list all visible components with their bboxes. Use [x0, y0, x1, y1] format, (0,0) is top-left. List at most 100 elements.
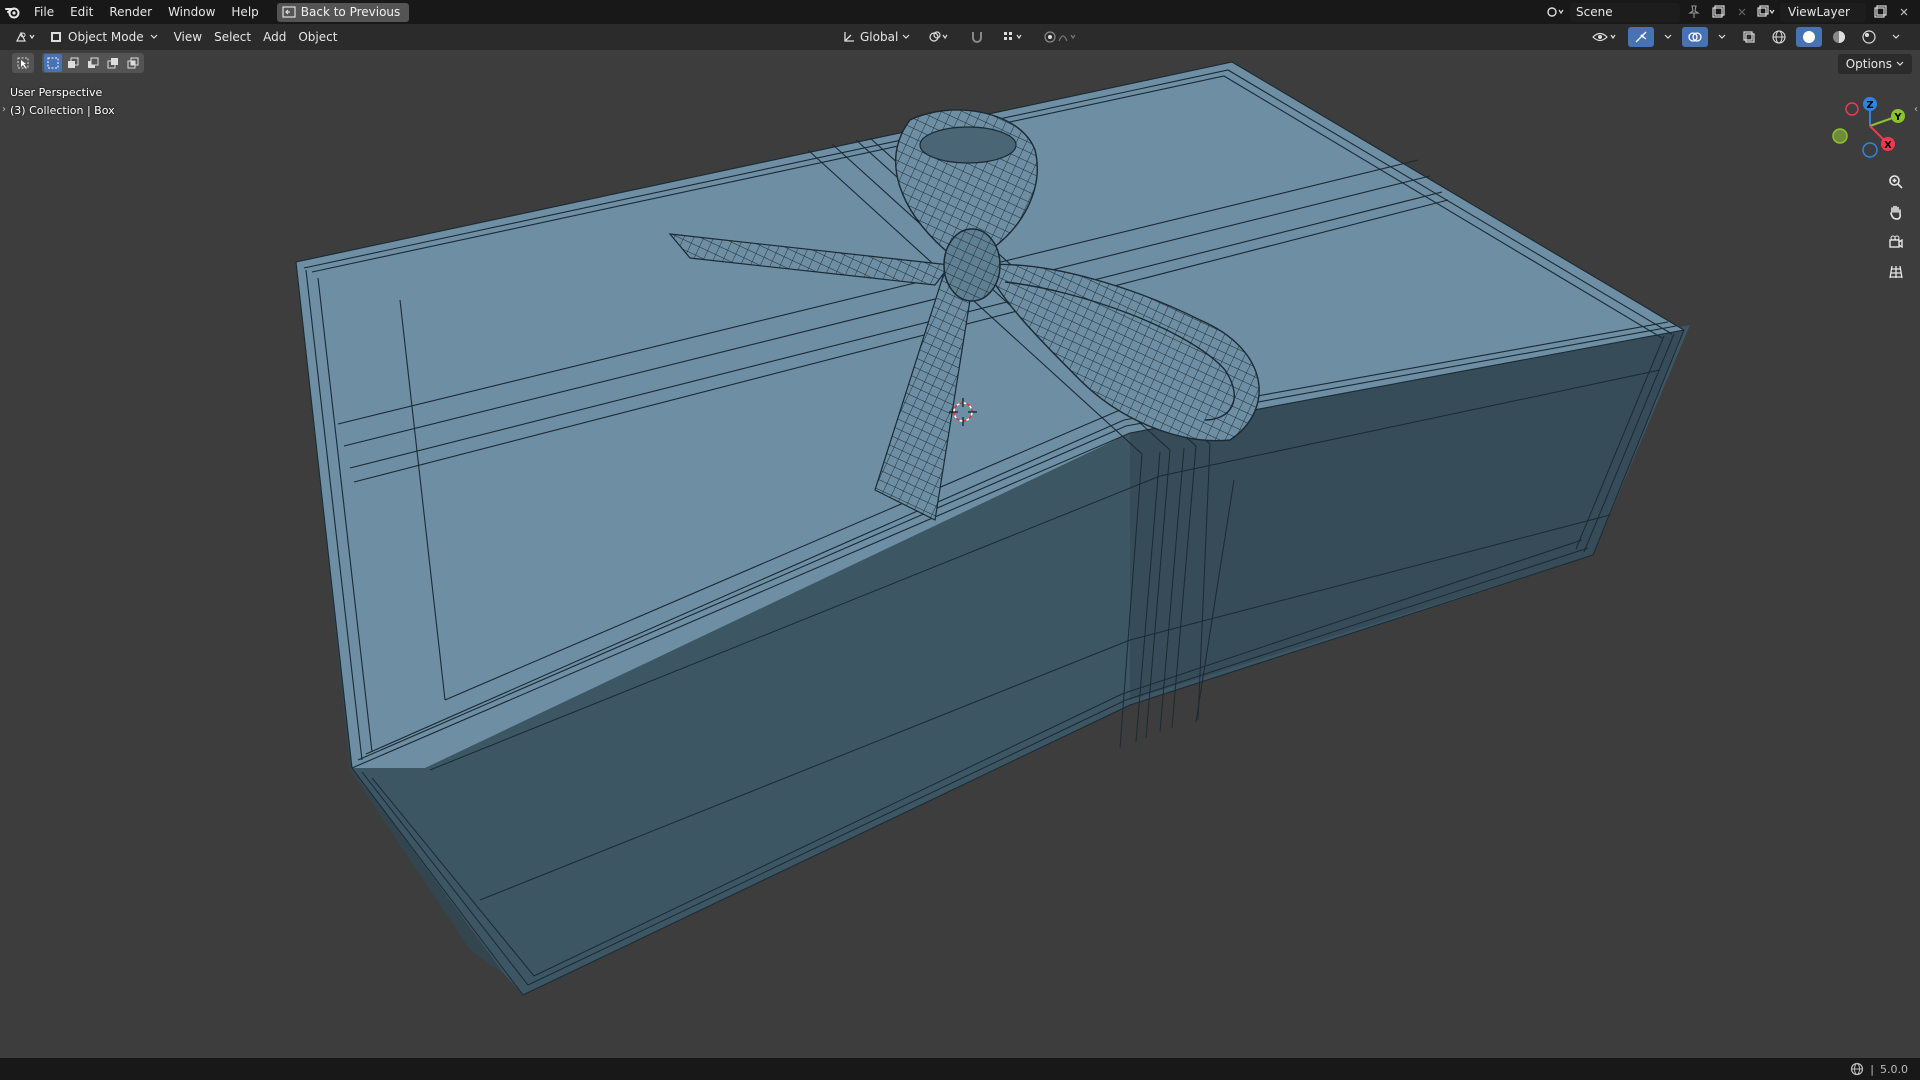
viewport-header: Object Mode View Select Add Object Globa…	[0, 24, 1920, 50]
delete-scene-icon[interactable]	[1732, 3, 1752, 22]
zoom-icon	[1889, 175, 1903, 189]
selection-extend-button[interactable]	[64, 54, 82, 72]
orientation-label: Global	[860, 30, 899, 44]
pivot-icon	[929, 31, 948, 42]
active-tool-button[interactable]	[12, 53, 34, 73]
menu-add[interactable]: Add	[257, 27, 292, 47]
snap-grid-icon	[1004, 32, 1022, 40]
xray-toggle[interactable]	[1736, 27, 1762, 47]
pivot-point-dropdown[interactable]	[922, 27, 958, 47]
selection-mode-group	[42, 53, 144, 73]
selection-subtract-button[interactable]	[84, 54, 102, 72]
overlays-toggle[interactable]	[1682, 27, 1708, 47]
main-menu: File Edit Render Window Help	[26, 0, 267, 24]
selection-new-button[interactable]	[44, 54, 62, 72]
camera-view-button[interactable]	[1881, 230, 1911, 254]
solid-shading-icon	[1803, 31, 1815, 43]
shading-solid-button[interactable]	[1796, 27, 1822, 47]
perspective-label: User Perspective	[10, 86, 103, 99]
hand-icon	[1890, 205, 1901, 220]
navigation-gizmo[interactable]: Z Y X	[1820, 92, 1910, 162]
shading-material-button[interactable]	[1826, 27, 1852, 47]
gizmo-dropdown[interactable]	[1658, 27, 1678, 47]
menu-render[interactable]: Render	[101, 0, 160, 24]
shading-rendered-button[interactable]	[1856, 27, 1882, 47]
magnet-icon	[972, 32, 983, 43]
perspective-toggle-button[interactable]	[1881, 260, 1911, 284]
chevron-down-icon	[902, 34, 910, 39]
scene-name-field[interactable]: Scene	[1570, 2, 1680, 22]
mode-dropdown[interactable]: Object Mode	[44, 27, 162, 47]
gizmo-y-label: Y	[1893, 112, 1902, 123]
proportional-edit-icon	[1044, 31, 1076, 43]
top-menu-bar: File Edit Render Window Help Back to Pre…	[0, 0, 1920, 24]
editor-type-selector[interactable]	[8, 27, 44, 47]
delete-view-layer-icon[interactable]	[1894, 3, 1914, 22]
pin-icon[interactable]	[1684, 3, 1704, 22]
topbar-right: Scene ViewLayer	[1546, 0, 1920, 24]
snap-toggle[interactable]	[964, 27, 990, 47]
select-intersect-icon	[127, 57, 139, 69]
mode-label: Object Mode	[68, 30, 144, 44]
gizmo-neg-x-icon[interactable]	[1845, 102, 1859, 116]
pan-button[interactable]	[1881, 200, 1911, 224]
tool-settings-row	[12, 53, 144, 73]
menu-file[interactable]: File	[26, 0, 62, 24]
select-subtract-icon	[88, 57, 99, 68]
scene-browse-icon[interactable]	[1546, 3, 1566, 22]
zoom-button[interactable]	[1881, 170, 1911, 194]
gizmo-neg-z-icon[interactable]	[1862, 142, 1878, 158]
options-dropdown[interactable]: Options	[1837, 54, 1912, 74]
scene-name: Scene	[1576, 5, 1613, 19]
menu-help[interactable]: Help	[223, 0, 266, 24]
shading-wireframe-button[interactable]	[1766, 27, 1792, 47]
status-bar: | 5.0.0	[0, 1058, 1920, 1080]
navigation-buttons	[1881, 170, 1911, 284]
visibility-dropdown[interactable]	[1586, 27, 1624, 47]
snap-target-dropdown[interactable]	[996, 27, 1032, 47]
selection-intersect-button[interactable]	[124, 54, 142, 72]
blender-logo-icon[interactable]	[0, 0, 26, 24]
chevron-down-icon	[150, 34, 158, 39]
transform-orientation-dropdown[interactable]: Global	[836, 27, 916, 47]
sidebar-toggle-arrow-icon[interactable]: ‹	[1914, 104, 1918, 115]
viewport-3d[interactable]	[0, 50, 1920, 1058]
eye-icon	[1592, 32, 1616, 42]
select-extend-icon	[68, 57, 79, 68]
new-view-layer-icon[interactable]	[1870, 3, 1890, 22]
overlays-dropdown[interactable]	[1712, 27, 1732, 47]
gizmo-z-label: Z	[1866, 100, 1873, 111]
gizmo-x-label: X	[1884, 140, 1892, 151]
view-layer-browse-icon[interactable]	[1756, 3, 1776, 22]
overlays-icon	[1688, 32, 1702, 42]
shading-dropdown[interactable]	[1886, 27, 1906, 47]
select-new-icon	[47, 57, 59, 69]
material-shading-icon	[1833, 31, 1845, 43]
menu-view[interactable]: View	[168, 27, 208, 47]
expand-left-arrow-icon[interactable]: ›	[2, 104, 6, 115]
3d-viewport-icon	[16, 31, 35, 42]
collection-label: (3) Collection | Box	[10, 104, 115, 117]
menu-edit[interactable]: Edit	[62, 0, 101, 24]
select-invert-icon	[107, 58, 118, 69]
version-label: 5.0.0	[1880, 1062, 1908, 1076]
chevron-down-icon	[1664, 34, 1672, 39]
proportional-edit-toggle[interactable]	[1038, 27, 1084, 47]
object-mode-icon	[51, 32, 61, 42]
menu-select[interactable]: Select	[208, 27, 257, 47]
camera-icon	[1889, 235, 1903, 249]
back-to-previous-button[interactable]: Back to Previous	[276, 2, 410, 22]
view-layer-field[interactable]: ViewLayer	[1780, 2, 1866, 22]
menu-object[interactable]: Object	[292, 27, 343, 47]
new-scene-icon[interactable]	[1708, 3, 1728, 22]
selection-invert-button[interactable]	[104, 54, 122, 72]
transform-tools: Global	[836, 27, 1084, 47]
options-label: Options	[1845, 57, 1892, 71]
menu-window[interactable]: Window	[160, 0, 223, 24]
chevron-down-icon	[1892, 34, 1900, 39]
back-button-label: Back to Previous	[300, 5, 401, 19]
orientation-global-icon	[844, 32, 854, 42]
gizmo-toggle[interactable]	[1628, 27, 1654, 47]
screen-back-icon	[282, 6, 296, 18]
gizmo-neg-y-icon[interactable]	[1832, 128, 1848, 144]
